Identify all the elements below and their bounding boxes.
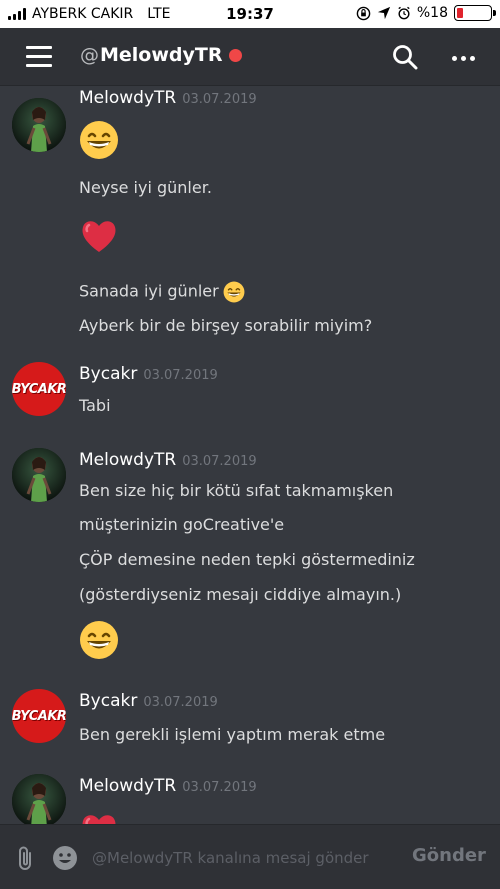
username[interactable]: MelowdyTR <box>79 776 176 796</box>
melowdy-avatar[interactable] <box>12 774 66 824</box>
timestamp: 03.07.2019 <box>182 454 257 469</box>
timestamp: 03.07.2019 <box>182 780 257 795</box>
message-text: Ayberk bir de birşey sorabilir miyim? <box>79 316 373 335</box>
message-text: (gösterdiyseniz mesajı ciddiye almayın.) <box>79 585 402 604</box>
message-text: Ben gerekli işlemi yaptım merak etme <box>79 725 386 744</box>
message-text: Sanada iyi günler <box>79 281 219 301</box>
message-header: Bycakr 03.07.2019 <box>79 691 218 711</box>
battery-fill <box>457 8 463 18</box>
message-composer: Gönder <box>0 824 500 889</box>
username[interactable]: Bycakr <box>79 364 137 384</box>
message-text: Tabi <box>79 396 111 415</box>
channel-title[interactable]: @ MelowdyTR <box>80 44 242 66</box>
grinning-face-emoji <box>79 620 119 660</box>
paperclip-icon[interactable] <box>14 845 38 871</box>
timestamp: 03.07.2019 <box>143 368 218 383</box>
channel-header: @ MelowdyTR <box>0 28 500 86</box>
send-button[interactable]: Gönder <box>412 845 486 866</box>
message-text: ÇÖP demesine neden tepki göstermediniz <box>79 550 415 569</box>
username[interactable]: Bycakr <box>79 691 137 711</box>
more-options-icon[interactable] <box>452 48 476 68</box>
bycakr-avatar[interactable]: BYCAKR <box>12 689 66 743</box>
message-list[interactable]: MelowdyTR 03.07.2019 Neyse iyi günler. S… <box>0 86 500 824</box>
timestamp: 03.07.2019 <box>143 695 218 710</box>
red-heart-emoji <box>79 810 119 824</box>
grinning-face-emoji <box>223 281 245 303</box>
battery-icon <box>454 5 496 21</box>
location-arrow-icon <box>377 6 390 20</box>
message-text: Ben size hiç bir kötü sıfat takmamışken <box>79 481 394 500</box>
hamburger-menu-icon[interactable] <box>26 46 52 68</box>
status-right: %18 <box>356 5 496 21</box>
at-sign: @ <box>80 44 99 66</box>
message-text-with-emoji: Sanada iyi günler <box>79 281 245 303</box>
grinning-face-emoji <box>79 120 119 160</box>
bycakr-avatar[interactable]: BYCAKR <box>12 362 66 416</box>
battery-percent: %18 <box>416 5 448 21</box>
avatar-logo-text: BYCAKR <box>12 708 66 724</box>
do-not-disturb-status-icon <box>228 48 242 62</box>
message-header: Bycakr 03.07.2019 <box>79 364 218 384</box>
avatar-logo-text: BYCAKR <box>12 381 66 397</box>
alarm-clock-icon <box>398 6 410 20</box>
message-text: Neyse iyi günler. <box>79 178 212 197</box>
message-text: müşterinizin goCreative'e <box>79 515 285 534</box>
screen-rotation-lock-icon <box>356 6 371 20</box>
melowdy-avatar[interactable] <box>12 98 66 152</box>
message-input[interactable] <box>92 843 408 873</box>
red-heart-emoji <box>79 216 119 256</box>
timestamp: 03.07.2019 <box>182 92 257 107</box>
message-header: MelowdyTR 03.07.2019 <box>79 88 257 108</box>
melowdy-avatar[interactable] <box>12 448 66 502</box>
username[interactable]: MelowdyTR <box>79 450 176 470</box>
message-header: MelowdyTR 03.07.2019 <box>79 776 257 796</box>
search-icon[interactable] <box>392 44 418 70</box>
username[interactable]: MelowdyTR <box>79 88 176 108</box>
emoji-picker-icon[interactable] <box>52 845 78 871</box>
message-header: MelowdyTR 03.07.2019 <box>79 450 257 470</box>
channel-name: MelowdyTR <box>100 44 223 66</box>
status-bar: AYBERK CAKIR LTE 19:37 %18 <box>0 0 500 28</box>
